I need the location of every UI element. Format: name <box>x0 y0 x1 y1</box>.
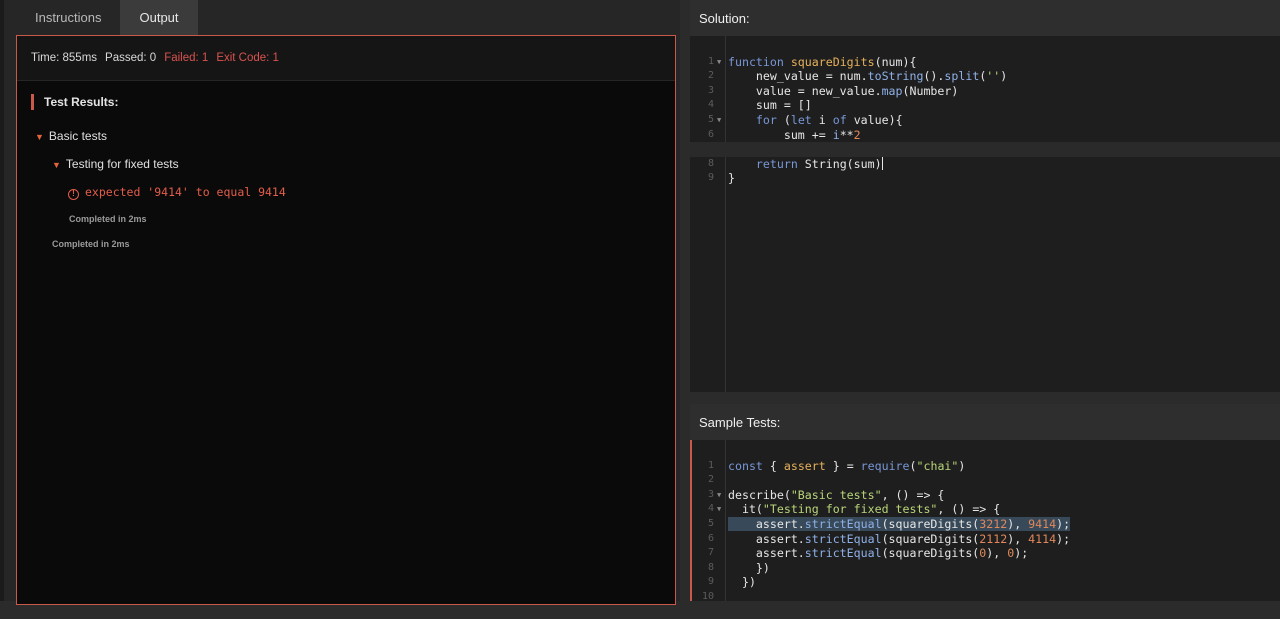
test-failure-message: ! expected '9414' to equal 9414 <box>68 185 286 200</box>
collapse-triangle-icon[interactable]: ▼ <box>52 160 61 170</box>
status-exit-code: Exit Code: 1 <box>216 52 279 64</box>
line-number: 9 <box>707 172 714 184</box>
code-line[interactable]: 8 }) <box>690 546 1280 575</box>
code-line[interactable]: 9 }) <box>690 561 1280 589</box>
test-results-title: Test Results: <box>31 94 118 110</box>
code-line[interactable]: 6 assert.strictEqual(squareDigits(2112),… <box>690 517 1280 546</box>
status-bar: Time: 855ms Passed: 0 Failed: 1 Exit Cod… <box>17 36 675 81</box>
status-failed: Failed: 1 <box>164 52 209 64</box>
code-line[interactable]: 5 ▼ for (let i of value){ <box>690 98 1280 127</box>
left-edge <box>0 0 4 601</box>
right-panel: Solution: 1 ▼ function squareDigits(num){ … <box>690 0 1280 602</box>
code-line[interactable]: 2 <box>690 459 1280 485</box>
code-line[interactable]: 2 new_value = num.toString().split('') <box>690 55 1280 83</box>
output-panel: Time: 855ms Passed: 0 Failed: 1 Exit Cod… <box>16 35 676 605</box>
code-line[interactable]: 1 const { assert } = require("chai") <box>690 444 1280 473</box>
left-panel: Instructions Output Time: 855ms Passed: … <box>0 0 680 605</box>
test-group-label: Basic tests <box>48 129 107 143</box>
line-number: 10 <box>701 590 714 602</box>
code-line[interactable]: 7 assert.strictEqual(squareDigits(0), 0)… <box>690 532 1280 560</box>
code-line[interactable]: 3 ▼ describe("Basic tests", () => { <box>690 473 1280 502</box>
test-subgroup-label: Testing for fixed tests <box>65 157 179 171</box>
sample-tests-header: Sample Tests: <box>690 404 1280 440</box>
test-subgroup-fixed[interactable]: ▼ Testing for fixed tests <box>52 157 179 171</box>
sample-tests-title: Sample Tests: <box>699 415 781 430</box>
completed-inner: Completed in 2ms <box>69 214 147 224</box>
code-line[interactable]: 3 value = new_value.map(Number) <box>690 69 1280 98</box>
sample-focus-border <box>690 440 692 601</box>
solution-title: Solution: <box>699 11 750 26</box>
tab-bar: Instructions Output <box>16 0 198 35</box>
code-line[interactable]: 7 } <box>690 128 1280 156</box>
code-line[interactable]: 6 sum += i**2 <box>690 113 1280 142</box>
solution-header: Solution: <box>690 0 1280 36</box>
solution-editor[interactable]: 1 ▼ function squareDigits(num){ 2 new_valu… <box>690 36 1280 392</box>
sample-tests-editor[interactable]: 1 const { assert } = require("chai") 2 3 ▼… <box>690 440 1280 602</box>
error-icon: ! <box>68 189 79 200</box>
tab-output[interactable]: Output <box>120 0 198 35</box>
collapse-triangle-icon[interactable]: ▼ <box>35 132 44 142</box>
code-line[interactable]: 5 assert.strictEqual(squareDigits(3212),… <box>690 502 1280 531</box>
code-line[interactable]: 9} <box>690 157 1280 185</box>
pane-splitter[interactable] <box>690 392 1280 404</box>
tab-instructions[interactable]: Instructions <box>16 0 120 35</box>
status-time: Time: 855ms <box>31 52 98 64</box>
code-line[interactable]: 10 <box>690 575 1280 602</box>
status-passed: Passed: 0 <box>105 52 157 64</box>
completed-outer: Completed in 2ms <box>52 239 130 249</box>
code-line[interactable]: 4 ▼ it("Testing for fixed tests", () => { <box>690 488 1280 516</box>
code-line[interactable]: 1 ▼ function squareDigits(num){ <box>690 40 1280 69</box>
test-group-basic[interactable]: ▼ Basic tests <box>35 129 107 143</box>
code-line-active[interactable]: 8 return String(sum) <box>690 142 1280 171</box>
code-text: } <box>728 171 735 186</box>
error-text: expected '9414' to equal 9414 <box>85 185 286 199</box>
code-line[interactable]: 4 sum = [] <box>690 84 1280 112</box>
